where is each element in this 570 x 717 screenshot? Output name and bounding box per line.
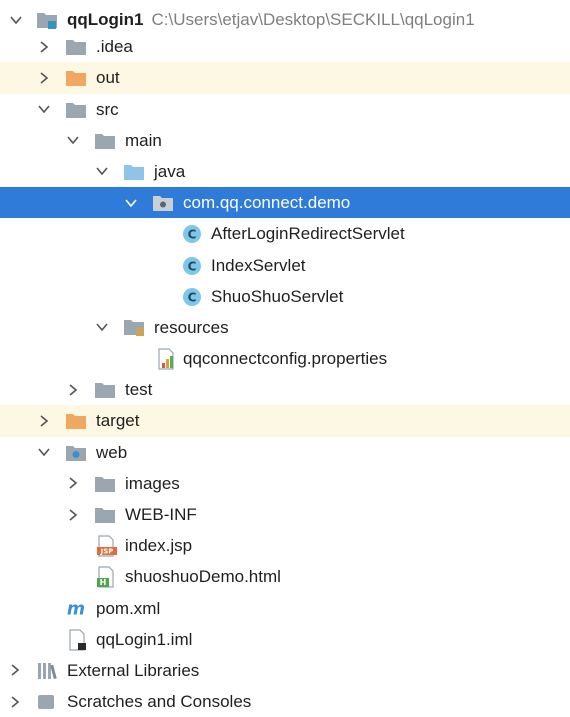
folder-icon	[94, 379, 116, 401]
tree-row-resources[interactable]: resources	[0, 312, 570, 343]
root-name: qqLogin1	[67, 10, 144, 29]
chevron-down-icon[interactable]	[35, 94, 53, 125]
tree-label: ShuoShuoServlet	[211, 286, 344, 306]
tree-label: index.jsp	[125, 536, 193, 556]
tree-label: images	[125, 473, 180, 493]
tree-row-class[interactable]: C AfterLoginRedirectServlet	[0, 218, 570, 249]
tree-row-target[interactable]: target	[0, 405, 570, 437]
svg-text:C: C	[188, 290, 197, 304]
tree-label: IndexServlet	[211, 255, 306, 275]
tree-row-scratches[interactable]: Scratches and Consoles	[0, 686, 570, 717]
chevron-right-icon[interactable]	[6, 655, 24, 686]
source-folder-icon	[123, 161, 145, 183]
maven-icon: m	[65, 598, 87, 620]
properties-file-icon	[155, 348, 177, 370]
tree-row-src[interactable]: src	[0, 94, 570, 125]
java-class-icon: C	[181, 255, 203, 277]
tree-label: pom.xml	[96, 598, 161, 618]
tree-row-java[interactable]: java	[0, 156, 570, 187]
tree-label: shuoshuoDemo.html	[125, 567, 281, 587]
resources-folder-icon	[123, 317, 145, 339]
chevron-down-icon[interactable]	[64, 125, 82, 156]
chevron-right-icon[interactable]	[35, 405, 53, 436]
web-folder-icon	[65, 442, 87, 464]
tree-label: main	[125, 130, 162, 150]
tree-label: com.qq.connect.demo	[183, 193, 351, 213]
tree-label: target	[96, 411, 140, 431]
tree-row-main[interactable]: main	[0, 125, 570, 156]
tree-label: Scratches and Consoles	[67, 692, 252, 712]
tree-row-web-inf[interactable]: WEB-INF	[0, 499, 570, 530]
tree-row-external-libraries[interactable]: External Libraries	[0, 655, 570, 686]
folder-icon	[65, 99, 87, 121]
tree-label: src	[96, 99, 119, 119]
tree-row-pom[interactable]: m pom.xml	[0, 593, 570, 624]
excluded-folder-icon	[65, 410, 87, 432]
chevron-down-icon[interactable]	[122, 187, 140, 218]
tree-label: qqLogin1.iml	[96, 629, 193, 649]
tree-label: java	[154, 161, 186, 181]
tree-row-iml[interactable]: qqLogin1.iml	[0, 624, 570, 655]
tree-label: test	[125, 380, 153, 400]
tree-row-class[interactable]: C IndexServlet	[0, 250, 570, 281]
project-tree: qqLogin1 C:\Users\etjav\Desktop\SECKILL\q…	[0, 0, 570, 717]
chevron-right-icon[interactable]	[6, 686, 24, 717]
chevron-down-icon[interactable]	[35, 437, 53, 468]
tree-label: web	[96, 442, 128, 462]
tree-label: resources	[154, 317, 229, 337]
folder-icon	[94, 130, 116, 152]
tree-row-web[interactable]: web	[0, 437, 570, 468]
tree-row-images[interactable]: images	[0, 468, 570, 499]
svg-text:C: C	[188, 228, 197, 242]
chevron-right-icon[interactable]	[35, 31, 53, 62]
tree-row-package[interactable]: com.qq.connect.demo	[0, 187, 570, 219]
package-icon	[152, 192, 174, 214]
jsp-file-icon: JSP	[96, 535, 118, 557]
tree-row-index-jsp[interactable]: JSP index.jsp	[0, 530, 570, 561]
excluded-folder-icon	[65, 67, 87, 89]
tree-label: AfterLoginRedirectServlet	[211, 224, 405, 244]
chevron-right-icon[interactable]	[35, 62, 53, 93]
svg-text:m: m	[67, 599, 85, 619]
chevron-right-icon[interactable]	[64, 374, 82, 405]
module-file-icon	[67, 629, 89, 651]
tree-label: qqconnectconfig.properties	[183, 349, 388, 369]
module-folder-icon	[36, 9, 58, 31]
chevron-right-icon[interactable]	[64, 499, 82, 530]
tree-label: WEB-INF	[125, 505, 197, 524]
chevron-right-icon[interactable]	[64, 468, 82, 499]
tree-row-properties[interactable]: qqconnectconfig.properties	[0, 343, 570, 374]
tree-row-class[interactable]: C ShuoShuoServlet	[0, 281, 570, 312]
java-class-icon: C	[181, 223, 203, 245]
tree-label: out	[96, 68, 120, 88]
html-file-icon: H	[96, 566, 118, 588]
svg-text:JSP: JSP	[100, 548, 114, 556]
tree-label: .idea	[96, 37, 133, 57]
java-class-icon: C	[181, 286, 203, 308]
root-path: C:\Users\etjav\Desktop\SECKILL\qqLogin1	[151, 10, 475, 29]
scratches-icon	[36, 691, 58, 713]
svg-text:C: C	[188, 259, 197, 273]
folder-icon	[94, 473, 116, 495]
svg-text:H: H	[100, 578, 107, 587]
folder-icon	[94, 504, 116, 526]
chevron-down-icon[interactable]	[93, 312, 111, 343]
tree-row-html-file[interactable]: H shuoshuoDemo.html	[0, 561, 570, 592]
tree-row-test[interactable]: test	[0, 374, 570, 405]
library-icon	[36, 660, 58, 682]
folder-icon	[65, 36, 87, 58]
tree-row-out[interactable]: out	[0, 62, 570, 94]
tree-row-idea[interactable]: .idea	[0, 31, 570, 62]
chevron-down-icon[interactable]	[93, 156, 111, 187]
tree-label: External Libraries	[67, 660, 200, 680]
